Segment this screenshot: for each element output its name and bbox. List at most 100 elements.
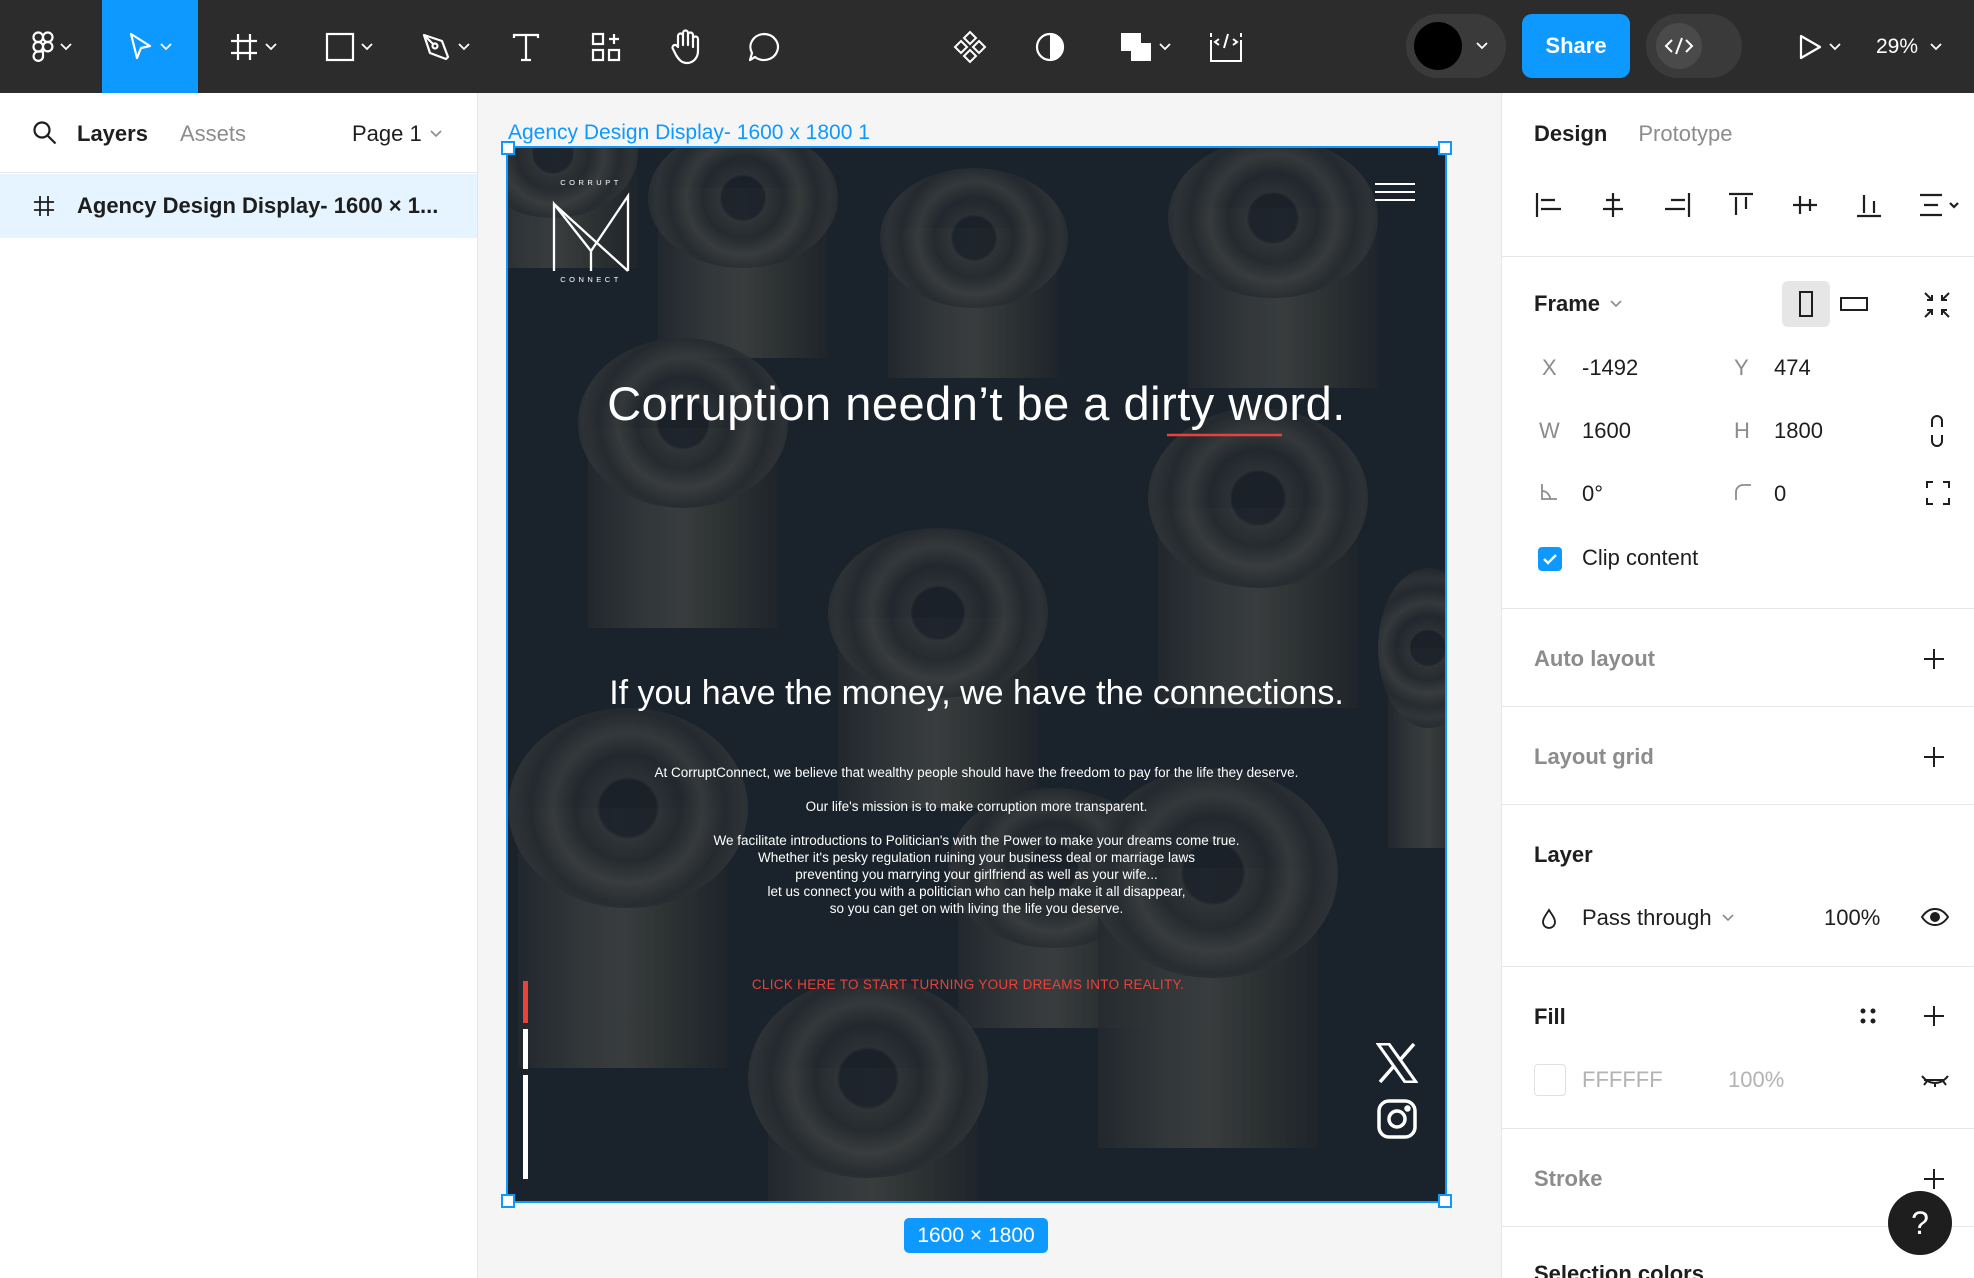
align-horizontal-center-icon[interactable] — [1598, 191, 1628, 219]
component-button[interactable] — [950, 0, 990, 93]
design-frame[interactable]: CORRUPT CONNECT Corruption needn’t be a … — [506, 146, 1447, 1203]
figma-logo-icon — [32, 30, 54, 63]
resize-handle[interactable] — [501, 1194, 515, 1208]
help-button[interactable]: ? — [1888, 1191, 1952, 1255]
plus-icon[interactable] — [1923, 1005, 1945, 1027]
align-vertical-center-icon[interactable] — [1790, 191, 1820, 219]
canvas[interactable]: Agency Design Display- 1600 x 1800 1 COR… — [479, 93, 1501, 1278]
blend-mode-value: Pass through — [1582, 905, 1712, 930]
chevron-down-icon — [1159, 42, 1171, 50]
align-bottom-icon[interactable] — [1854, 191, 1884, 219]
constrain-proportions-icon[interactable] — [1929, 415, 1945, 447]
chevron-down-icon — [1829, 42, 1841, 50]
frame-title-label[interactable]: Agency Design Display- 1600 x 1800 1 — [508, 121, 870, 145]
landscape-button[interactable] — [1830, 281, 1878, 327]
left-panel: Layers Assets Page 1 Agency Design Displ… — [0, 93, 478, 1278]
plus-icon[interactable] — [1923, 1168, 1945, 1190]
blend-mode-select[interactable]: Pass through — [1582, 905, 1734, 931]
rotation-field[interactable]: 0° — [1582, 481, 1603, 507]
hand-tool-button[interactable] — [664, 0, 708, 93]
align-left-icon[interactable] — [1534, 191, 1564, 219]
tab-assets[interactable]: Assets — [180, 121, 246, 147]
mask-button[interactable] — [1030, 0, 1070, 93]
fill-section-title: Fill — [1534, 1004, 1566, 1029]
main-menu-button[interactable] — [22, 0, 82, 93]
code-view-button[interactable] — [1206, 0, 1246, 93]
independent-corners-icon[interactable] — [1925, 480, 1951, 506]
multiplayer-avatar-menu[interactable] — [1406, 14, 1506, 78]
fill-opacity-field[interactable]: 100% — [1728, 1067, 1784, 1093]
comment-tool-button[interactable] — [742, 0, 786, 93]
share-button[interactable]: Share — [1522, 14, 1630, 78]
cursor-icon — [129, 32, 152, 59]
text-tool-button[interactable] — [506, 0, 546, 93]
body-line: so you can get on with living the life y… — [829, 901, 1124, 916]
distribute-menu-icon[interactable] — [1918, 191, 1960, 219]
styles-grid-icon[interactable] — [1858, 1006, 1878, 1026]
chevron-down-icon — [458, 42, 470, 50]
search-icon[interactable] — [32, 120, 58, 146]
contrast-icon — [1035, 32, 1065, 61]
rectangle-icon — [325, 32, 355, 61]
pen-tool-button[interactable] — [414, 0, 476, 93]
resize-handle[interactable] — [501, 141, 515, 155]
corner-radius-field[interactable]: 0 — [1774, 481, 1786, 507]
page-selector[interactable]: Page 1 — [352, 121, 442, 147]
spellcheck-underline — [1167, 433, 1282, 437]
pen-icon — [422, 33, 450, 60]
portrait-button[interactable] — [1782, 281, 1830, 327]
body-line: preventing you marrying your girlfriend … — [795, 867, 1158, 882]
text-icon — [512, 33, 540, 61]
body-paragraph: We facilitate introductions to Politicia… — [508, 832, 1445, 917]
brand-logo[interactable]: CORRUPT CONNECT — [546, 176, 636, 284]
portrait-icon — [1799, 291, 1813, 317]
dev-mode-toggle[interactable] — [1646, 14, 1742, 78]
h-label: H — [1734, 418, 1750, 443]
tab-layers[interactable]: Layers — [77, 121, 148, 147]
body-paragraph: At CorruptConnect, we believe that wealt… — [654, 765, 1299, 780]
align-right-icon[interactable] — [1662, 191, 1692, 219]
x-field[interactable]: -1492 — [1582, 355, 1638, 381]
cta-link[interactable]: CLICK HERE TO START TURNING YOUR DREAMS … — [508, 977, 1428, 992]
align-top-icon[interactable] — [1726, 191, 1756, 219]
minus-icon[interactable] — [1923, 1078, 1945, 1082]
plus-icon[interactable] — [1923, 746, 1945, 768]
clip-content-label: Clip content — [1582, 545, 1699, 570]
present-button[interactable] — [1786, 0, 1852, 93]
shape-tool-button[interactable] — [318, 0, 380, 93]
alignment-toolbar — [1534, 191, 1960, 219]
resize-handle[interactable] — [1438, 141, 1452, 155]
body-copy: At CorruptConnect, we believe that wealt… — [508, 764, 1445, 917]
resources-tool-button[interactable] — [586, 0, 626, 93]
tab-design[interactable]: Design — [1534, 121, 1607, 147]
hamburger-menu-icon[interactable] — [1375, 183, 1415, 207]
boolean-button[interactable] — [1112, 0, 1178, 93]
fill-hex-field[interactable]: FFFFFF — [1582, 1067, 1663, 1093]
x-twitter-icon[interactable] — [1376, 1043, 1418, 1083]
resize-handle[interactable] — [1438, 1194, 1452, 1208]
layer-row[interactable]: Agency Design Display- 1600 × 1... — [0, 174, 477, 238]
layer-opacity-field[interactable]: 100% — [1824, 905, 1880, 931]
move-tool-button[interactable] — [102, 0, 198, 93]
plus-icon[interactable] — [1923, 648, 1945, 670]
instagram-icon[interactable] — [1376, 1098, 1418, 1140]
width-field[interactable]: 1600 — [1582, 418, 1631, 444]
fill-color-swatch[interactable] — [1534, 1064, 1566, 1096]
scroll-indicator — [523, 981, 528, 1179]
zoom-menu[interactable]: 29% — [1876, 0, 1942, 93]
blend-mode-drop-icon — [1542, 908, 1556, 929]
frame-tool-button[interactable] — [222, 0, 284, 93]
layout-grid-title: Layout grid — [1534, 744, 1654, 769]
frame-type-menu[interactable]: Frame — [1534, 291, 1622, 317]
resources-icon — [591, 32, 621, 61]
body-line: We facilitate introductions to Politicia… — [713, 833, 1240, 848]
height-field[interactable]: 1800 — [1774, 418, 1823, 444]
clip-content-checkbox[interactable] — [1538, 547, 1562, 571]
tab-prototype[interactable]: Prototype — [1638, 121, 1732, 147]
checkmark-icon — [1543, 554, 1557, 565]
code-frame-icon — [1210, 32, 1242, 62]
resize-to-fit-icon[interactable] — [1923, 291, 1951, 319]
eye-icon[interactable] — [1920, 907, 1950, 927]
y-field[interactable]: 474 — [1774, 355, 1811, 381]
body-line: Whether it's pesky regulation ruining yo… — [757, 850, 1196, 865]
